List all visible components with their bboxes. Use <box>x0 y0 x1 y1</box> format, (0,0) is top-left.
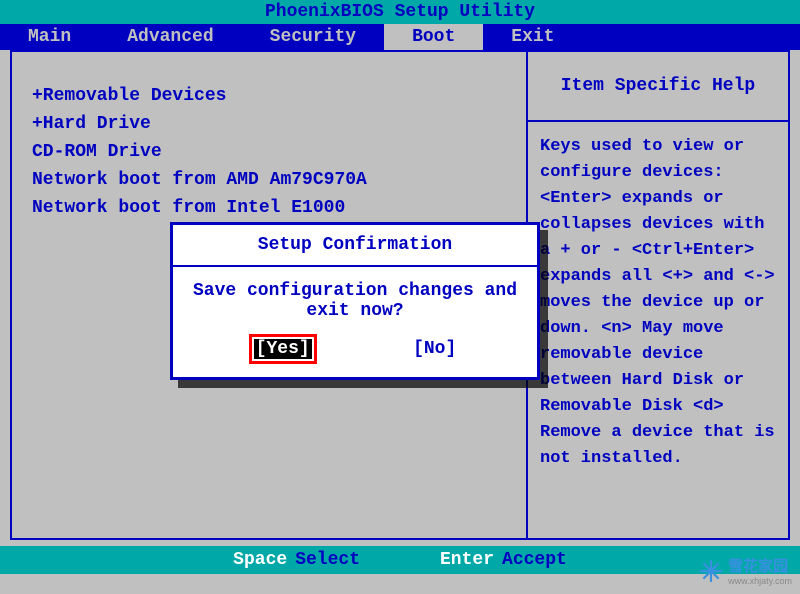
snowflake-icon <box>698 558 724 584</box>
dialog-message: Save configuration changes and exit now? <box>173 267 537 331</box>
boot-item[interactable]: CD-ROM Drive <box>32 138 506 166</box>
help-text: Keys used to view or configure devices: … <box>528 122 788 484</box>
help-title: Item Specific Help <box>528 52 788 122</box>
boot-item[interactable]: Network boot from AMD Am79C970A <box>32 166 506 194</box>
footer-key: Space <box>233 550 287 570</box>
menu-boot[interactable]: Boot <box>384 24 483 50</box>
bios-setup-screen: PhoenixBIOS Setup Utility Main Advanced … <box>0 0 800 594</box>
footer-hint-select: Space Select <box>233 550 360 570</box>
yes-button[interactable]: [Yes] <box>254 339 312 359</box>
menu-exit[interactable]: Exit <box>483 24 582 50</box>
footer-label: Accept <box>502 550 567 570</box>
help-panel: Item Specific Help Keys used to view or … <box>528 52 788 538</box>
boot-item[interactable]: Network boot from Intel E1000 <box>32 194 506 222</box>
boot-item[interactable]: +Hard Drive <box>32 110 506 138</box>
dialog-title: Setup Confirmation <box>173 225 537 267</box>
dialog-buttons: [Yes] [No] <box>173 331 537 377</box>
watermark-url: www.xhjaty.com <box>728 576 792 586</box>
menu-main[interactable]: Main <box>0 24 99 50</box>
watermark-text: 雪花家园 <box>728 558 788 575</box>
footer-bar: Space Select Enter Accept <box>0 546 800 574</box>
menu-security[interactable]: Security <box>242 24 384 50</box>
boot-item[interactable]: +Removable Devices <box>32 82 506 110</box>
footer-key: Enter <box>440 550 494 570</box>
menu-bar: Main Advanced Security Boot Exit <box>0 24 800 50</box>
setup-confirmation-dialog: Setup Confirmation Save configuration ch… <box>170 222 540 380</box>
watermark: 雪花家园 www.xhjaty.com <box>698 555 792 586</box>
footer-hint-accept: Enter Accept <box>440 550 567 570</box>
no-button[interactable]: [No] <box>413 339 456 359</box>
menu-advanced[interactable]: Advanced <box>99 24 241 50</box>
title-bar: PhoenixBIOS Setup Utility <box>0 0 800 24</box>
footer-label: Select <box>295 550 360 570</box>
